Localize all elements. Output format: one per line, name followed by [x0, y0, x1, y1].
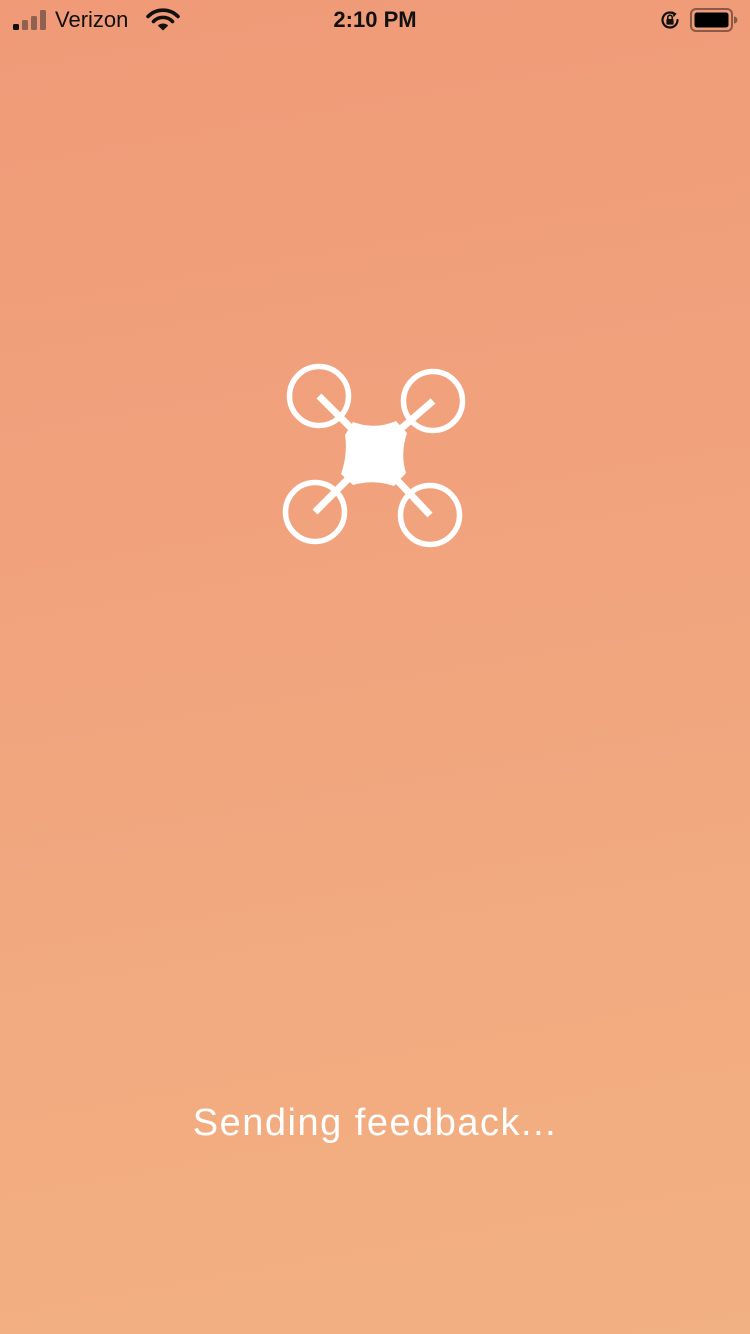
battery-icon — [690, 8, 738, 32]
drone-icon — [282, 363, 466, 548]
orientation-lock-icon — [661, 11, 679, 29]
status-bar: Verizon 2:10 PM — [0, 0, 750, 40]
status-time: 2:10 PM — [333, 7, 417, 32]
sending-feedback-message: Sending feedback... — [192, 1102, 558, 1144]
